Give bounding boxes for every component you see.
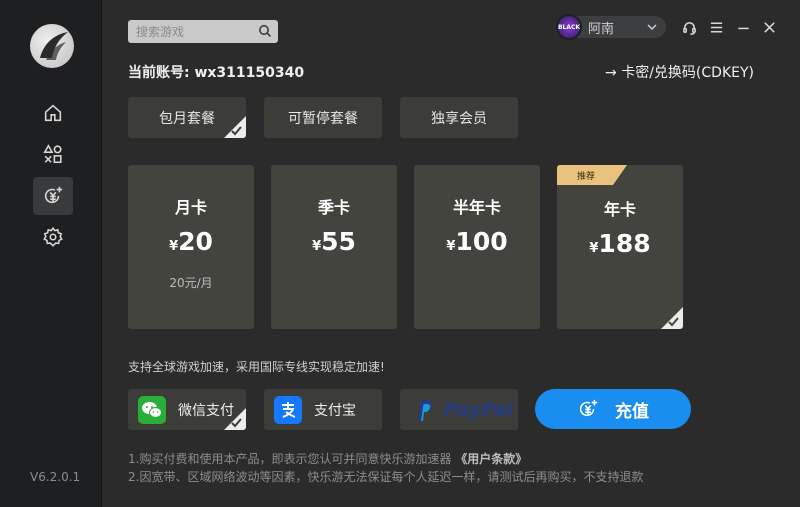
tab-label: 可暂停套餐 [288, 110, 358, 127]
menu-icon [710, 22, 722, 32]
minimize-button[interactable] [733, 17, 753, 37]
search-box [128, 20, 278, 43]
check-corner-icon [224, 408, 246, 430]
search-input[interactable] [128, 20, 253, 43]
plan-name: 半年卡 [452, 198, 501, 217]
tab-pausable-plan[interactable]: 可暂停套餐 [264, 97, 382, 138]
pay-paypal[interactable]: PayPal [400, 389, 518, 430]
sidebar-item-games[interactable] [33, 135, 73, 173]
avatar: BLACK [556, 14, 582, 40]
app-version: V6.2.0.1 [30, 470, 81, 484]
headset-icon [682, 21, 696, 35]
cdkey-link[interactable]: → 卡密/兑换码(CDKEY) [605, 62, 754, 82]
plan-card-monthly[interactable]: 月卡 ¥20 20元/月 [128, 165, 254, 329]
wechat-icon [138, 395, 166, 424]
sidebar-item-home[interactable] [33, 94, 73, 132]
pay-wechat[interactable]: 微信支付 [128, 389, 246, 430]
alipay-icon [274, 395, 302, 424]
minimize-icon [737, 27, 749, 29]
plan-name: 季卡 [317, 198, 350, 217]
pay-label: 支付宝 [314, 402, 356, 419]
recharge-icon [44, 186, 63, 204]
recharge-icon [579, 399, 598, 417]
search-icon[interactable] [258, 24, 272, 38]
close-icon [763, 21, 775, 33]
plan-card-yearly[interactable]: 推荐 年卡 ¥188 [557, 165, 683, 329]
tab-label: 包月套餐 [159, 110, 215, 127]
plan-price: ¥100 [446, 227, 508, 256]
sidebar-item-recharge[interactable] [33, 177, 73, 215]
user-name: 阿南 [588, 21, 615, 37]
recharge-label: 充值 [615, 401, 649, 422]
plan-price: ¥55 [312, 227, 356, 256]
shapes-icon [43, 144, 62, 164]
close-button[interactable] [759, 17, 779, 37]
tab-label: 独享会员 [431, 110, 487, 127]
current-account: 当前账号: wx311150340 [128, 65, 305, 81]
plan-card-quarterly[interactable]: 季卡 ¥55 [271, 165, 397, 329]
recharge-button[interactable]: 充值 [535, 389, 691, 429]
sidebar-item-settings[interactable] [33, 218, 73, 256]
support-text: 支持全球游戏加速，采用国际专线实现稳定加速! [128, 360, 385, 374]
menu-button[interactable] [706, 17, 726, 37]
tab-exclusive-member[interactable]: 独享会员 [400, 97, 518, 138]
check-corner-icon [661, 307, 683, 329]
paypal-icon [410, 396, 438, 424]
tab-monthly-plan[interactable]: 包月套餐 [128, 97, 246, 138]
plan-price: ¥20 [169, 227, 213, 256]
check-corner-icon [224, 116, 246, 138]
user-menu[interactable]: BLACK 阿南 [556, 14, 666, 40]
terms-link[interactable]: 《用户条款》 [455, 452, 527, 466]
app-logo [30, 24, 74, 68]
chevron-down-icon [647, 24, 657, 31]
recommend-badge: 推荐 [557, 165, 627, 185]
sidebar: V6.2.0.1 [0, 0, 102, 507]
gear-icon [43, 227, 63, 247]
pay-alipay[interactable]: 支付宝 [264, 389, 382, 430]
plan-price: ¥188 [589, 229, 651, 258]
home-icon [44, 104, 62, 122]
plan-name: 年卡 [603, 200, 636, 219]
plan-card-half-year[interactable]: 半年卡 ¥100 [414, 165, 540, 329]
support-button[interactable] [679, 17, 699, 37]
purchase-notes: 1.购买付费和使用本产品，即表示您认可并同意快乐游加速器 《用户条款》 2.因宽… [128, 452, 644, 484]
plan-name: 月卡 [174, 198, 207, 217]
plan-subtext: 20元/月 [169, 276, 213, 290]
pay-label: PayPal [444, 398, 514, 421]
